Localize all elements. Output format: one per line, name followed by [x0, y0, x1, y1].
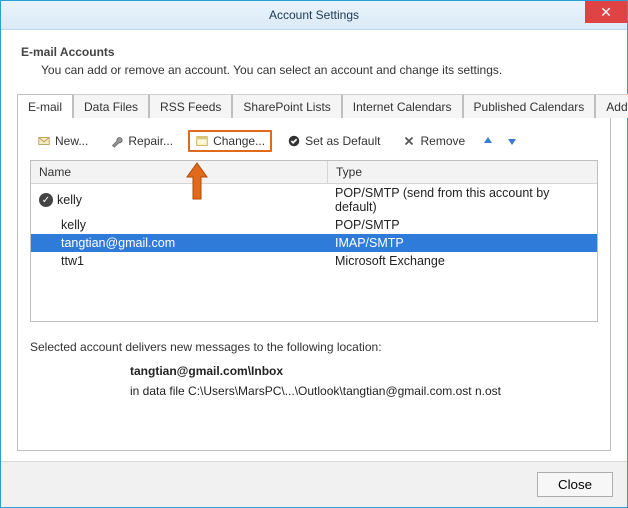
close-button[interactable]: Close — [537, 472, 613, 497]
section-title: E-mail Accounts — [21, 45, 611, 59]
tab-container: E-mail Data Files RSS Feeds SharePoint L… — [17, 93, 611, 451]
account-name: kelly — [57, 193, 82, 207]
delivery-intro: Selected account delivers new messages t… — [30, 340, 598, 354]
change-icon — [195, 134, 209, 148]
account-name: kelly — [61, 218, 86, 232]
remove-icon — [402, 134, 416, 148]
remove-account-button[interactable]: Remove — [395, 130, 472, 152]
close-window-button[interactable]: ✕ — [585, 1, 627, 23]
tab-data-files[interactable]: Data Files — [73, 94, 149, 118]
tab-label: RSS Feeds — [160, 100, 221, 114]
remove-label: Remove — [420, 134, 465, 148]
tab-rss-feeds[interactable]: RSS Feeds — [149, 94, 232, 118]
default-check-icon: ✓ — [39, 193, 53, 207]
move-down-button[interactable] — [504, 133, 520, 149]
move-up-button[interactable] — [480, 133, 496, 149]
close-button-label: Close — [558, 477, 592, 492]
new-label: New... — [55, 134, 88, 148]
toolbar: New... Repair... Change... Set as Defaul… — [30, 128, 598, 160]
account-settings-window: Account Settings ✕ E-mail Accounts You c… — [0, 0, 628, 508]
tab-label: Data Files — [84, 100, 138, 114]
repair-icon — [110, 134, 124, 148]
delivery-target: tangtian@gmail.com\Inbox — [130, 364, 598, 378]
section-description: You can add or remove an account. You ca… — [41, 63, 611, 77]
arrow-down-icon — [506, 135, 518, 147]
tab-internet-calendars[interactable]: Internet Calendars — [342, 94, 463, 118]
tab-address-books[interactable]: Address Books — [595, 94, 628, 118]
repair-account-button[interactable]: Repair... — [103, 130, 180, 152]
account-name: tangtian@gmail.com — [61, 236, 175, 250]
account-row[interactable]: tangtian@gmail.com IMAP/SMTP — [31, 234, 597, 252]
title-bar: Account Settings ✕ — [1, 1, 627, 30]
check-circle-icon — [287, 134, 301, 148]
set-default-label: Set as Default — [305, 134, 380, 148]
account-name: ttw1 — [61, 254, 84, 268]
column-header-name[interactable]: Name — [31, 161, 328, 183]
set-default-button[interactable]: Set as Default — [280, 130, 387, 152]
account-row[interactable]: ✓ kelly POP/SMTP (send from this account… — [31, 184, 597, 216]
account-type: Microsoft Exchange — [327, 252, 597, 270]
new-account-button[interactable]: New... — [30, 130, 95, 152]
dialog-button-bar: Close — [1, 461, 627, 507]
delivery-path: in data file C:\Users\MarsPC\...\Outlook… — [130, 384, 598, 398]
tab-strip: E-mail Data Files RSS Feeds SharePoint L… — [17, 93, 611, 117]
repair-label: Repair... — [128, 134, 173, 148]
change-account-button[interactable]: Change... — [188, 130, 272, 152]
delivery-location: tangtian@gmail.com\Inbox in data file C:… — [130, 364, 598, 398]
change-label: Change... — [213, 134, 265, 148]
tab-sharepoint-lists[interactable]: SharePoint Lists — [232, 94, 341, 118]
account-row[interactable]: kelly POP/SMTP — [31, 216, 597, 234]
tab-panel-email: New... Repair... Change... Set as Defaul… — [17, 117, 611, 451]
account-type: POP/SMTP (send from this account by defa… — [327, 184, 597, 216]
arrow-up-icon — [482, 135, 494, 147]
tab-label: SharePoint Lists — [243, 100, 330, 114]
accounts-list[interactable]: Name Type ✓ kelly POP/SMTP (send from th… — [30, 160, 598, 322]
list-header: Name Type — [31, 161, 597, 184]
account-row[interactable]: ttw1 Microsoft Exchange — [31, 252, 597, 270]
tab-label: Address Books — [606, 100, 628, 114]
close-icon: ✕ — [600, 5, 612, 19]
tab-label: Published Calendars — [474, 100, 585, 114]
tab-email[interactable]: E-mail — [17, 94, 73, 118]
tab-published-calendars[interactable]: Published Calendars — [463, 94, 596, 118]
tab-label: Internet Calendars — [353, 100, 452, 114]
tab-label: E-mail — [28, 100, 62, 114]
client-area: E-mail Accounts You can add or remove an… — [1, 30, 627, 461]
window-title: Account Settings — [269, 8, 359, 22]
column-header-type[interactable]: Type — [328, 161, 597, 183]
account-type: POP/SMTP — [327, 216, 597, 234]
new-icon — [37, 134, 51, 148]
account-type: IMAP/SMTP — [327, 234, 597, 252]
